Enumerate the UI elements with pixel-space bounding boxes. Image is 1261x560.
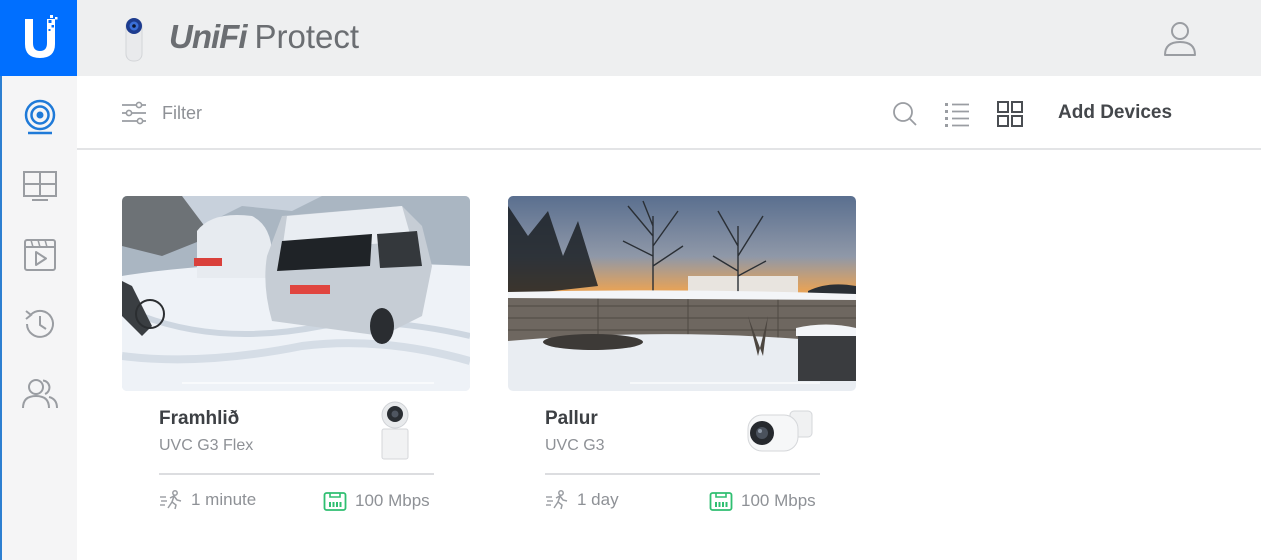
user-avatar-button[interactable]: [1162, 19, 1198, 59]
toolbar: Filter Add Devices: [77, 76, 1261, 150]
last-motion: 1 minute: [159, 490, 256, 510]
list-view-icon: [945, 103, 969, 127]
camera-name: Framhlið: [159, 408, 240, 429]
camera-name: Pallur: [545, 408, 598, 429]
motion-running-icon: [160, 490, 182, 510]
g3-flex-camera-icon: [381, 401, 409, 460]
users-icon: [22, 379, 58, 409]
sidebar-item-liveview[interactable]: [19, 165, 61, 207]
ubiquiti-u-icon: [24, 15, 57, 58]
app-root: UniFi Protect Filter Add Devices Framhli…: [0, 0, 1261, 560]
camera-card[interactable]: Pallur UVC G3 1 day 100 Mbps: [508, 196, 856, 526]
sidebar-item-devices[interactable]: [19, 96, 61, 138]
liveview-grid-icon: [23, 171, 57, 201]
snow-driveway-snapshot: [122, 196, 470, 391]
sidebar-item-history[interactable]: [19, 303, 61, 345]
camera-model: UVC G3 Flex: [159, 437, 254, 454]
sunset-yard-snapshot: [508, 196, 856, 391]
add-devices-button[interactable]: Add Devices: [1058, 102, 1172, 124]
list-view-button[interactable]: [943, 100, 971, 128]
video-player-icon: [24, 239, 56, 271]
last-motion-text: 1 day: [577, 490, 619, 509]
filter-button[interactable]: Filter: [120, 100, 202, 126]
app-header: UniFi Protect: [77, 0, 1261, 76]
connection-speed: 100 Mbps: [323, 490, 430, 512]
grid-view-button[interactable]: [996, 100, 1024, 128]
camera-model: UVC G3: [545, 437, 605, 454]
last-motion: 1 day: [545, 490, 619, 510]
filter-label: Filter: [162, 102, 202, 123]
motion-running-icon: [546, 490, 568, 510]
product-name: Protect: [254, 18, 360, 55]
unifi-wordmark: UniFi: [169, 18, 247, 55]
grid-view-icon: [997, 101, 1023, 127]
sidebar-item-users[interactable]: [19, 372, 61, 414]
last-motion-text: 1 minute: [191, 490, 257, 509]
connection-speed-text: 100 Mbps: [355, 491, 430, 510]
card-divider: [545, 473, 820, 475]
filter-sliders-icon: [122, 101, 146, 125]
connection-speed-text: 100 Mbps: [741, 491, 816, 510]
camera-device-image: [366, 399, 426, 463]
sidebar: [0, 0, 79, 560]
camera-card[interactable]: Framhlið UVC G3 Flex 1 minute 100 Mbps: [122, 196, 470, 526]
ethernet-port-icon: [323, 492, 347, 511]
camera-snapshot[interactable]: [122, 196, 470, 391]
history-icon: [25, 309, 54, 338]
search-button[interactable]: [891, 100, 919, 128]
ethernet-port-icon: [709, 492, 733, 511]
sidebar-item-timelapse[interactable]: [19, 234, 61, 276]
product-title: UniFi Protect: [169, 18, 359, 56]
ubiquiti-logo[interactable]: [0, 0, 79, 76]
user-icon: [1164, 22, 1196, 56]
protect-camera-icon: [125, 18, 143, 62]
camera-snapshot[interactable]: [508, 196, 856, 391]
g3-bullet-camera-icon: [747, 410, 813, 452]
card-divider: [159, 473, 434, 475]
camera-lens-icon: [24, 99, 56, 135]
search-icon: [893, 102, 917, 126]
camera-device-image: [744, 399, 813, 463]
connection-speed: 100 Mbps: [709, 490, 816, 512]
